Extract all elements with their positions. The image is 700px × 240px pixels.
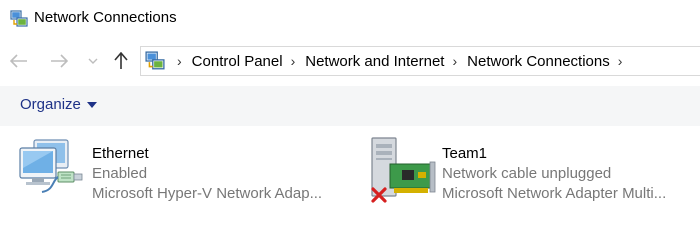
breadcrumb-separator[interactable]: › — [452, 53, 457, 69]
organize-label: Organize — [20, 96, 81, 113]
chevron-down-icon — [88, 58, 98, 64]
connection-details: Ethernet Enabled Microsoft Hyper-V Netwo… — [92, 144, 322, 204]
connection-item-team1[interactable]: Team1 Network cable unplugged Microsoft … — [368, 134, 700, 210]
caret-down-icon — [86, 101, 97, 108]
arrow-right-icon — [51, 54, 68, 68]
up-button[interactable] — [110, 48, 132, 74]
window-title: Network Connections — [34, 9, 177, 26]
connection-device: Microsoft Network Adapter Multi... — [442, 185, 667, 202]
connection-name: Ethernet — [92, 145, 149, 162]
back-button[interactable] — [8, 48, 30, 74]
red-x-icon — [371, 187, 387, 203]
command-bar — [0, 86, 700, 126]
breadcrumb-network-connections[interactable]: Network Connections — [465, 53, 612, 70]
ethernet-adapter-icon — [19, 139, 83, 193]
connection-item-ethernet[interactable]: Ethernet Enabled Microsoft Hyper-V Netwo… — [18, 134, 358, 210]
title-bar: Network Connections — [0, 0, 700, 38]
recent-locations-button[interactable] — [84, 48, 102, 74]
breadcrumb-separator[interactable]: › — [618, 53, 623, 69]
address-bar[interactable]: › Control Panel › Network and Internet ›… — [140, 46, 700, 76]
organize-menu-button[interactable]: Organize — [20, 96, 97, 113]
breadcrumb-control-panel[interactable]: Control Panel — [190, 53, 285, 70]
connection-status: Enabled — [92, 165, 148, 182]
network-connections-icon — [10, 10, 28, 27]
connection-status: Network cable unplugged — [442, 165, 612, 182]
breadcrumb-separator[interactable]: › — [291, 53, 296, 69]
network-connections-icon — [145, 51, 165, 70]
connection-name: Team1 — [442, 145, 488, 162]
arrow-left-icon — [10, 54, 27, 68]
connection-details: Team1 Network cable unplugged Microsoft … — [442, 144, 666, 204]
forward-button[interactable] — [48, 48, 70, 74]
breadcrumb-separator[interactable]: › — [177, 53, 182, 69]
arrow-up-icon — [114, 52, 128, 69]
connection-device: Microsoft Hyper-V Network Adap... — [92, 185, 323, 202]
breadcrumb-network-and-internet[interactable]: Network and Internet — [303, 53, 446, 70]
